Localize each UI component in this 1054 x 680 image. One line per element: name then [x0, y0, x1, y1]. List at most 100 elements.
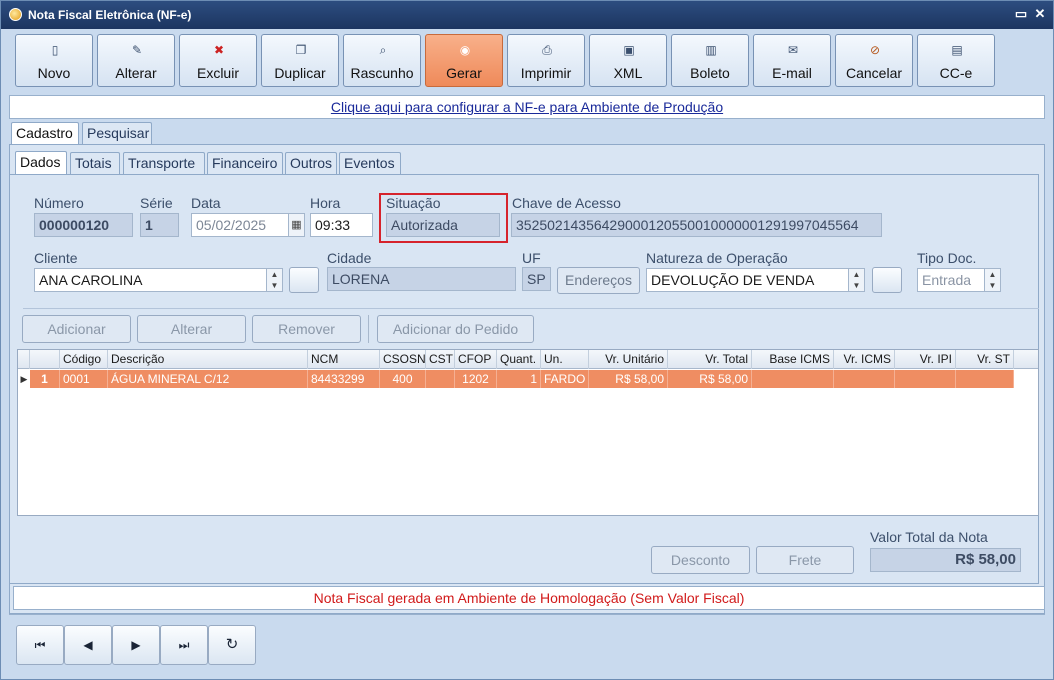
gerar-button[interactable]: ◉ Gerar — [425, 34, 503, 87]
column-header[interactable]: CST — [426, 350, 455, 369]
adicionar-do-pedido-button[interactable]: Adicionar do Pedido — [377, 315, 534, 343]
next-record-icon: ▶ — [131, 638, 141, 652]
excluir-button[interactable]: ✖ Excluir — [179, 34, 257, 87]
desconto-button[interactable]: Desconto — [651, 546, 750, 574]
valor-total-label: Valor Total da Nota — [870, 529, 988, 545]
cidade-label: Cidade — [327, 250, 372, 266]
data-label: Data — [191, 195, 221, 211]
hora-field[interactable]: 09:33 — [310, 213, 373, 237]
remover-item-button[interactable]: Remover — [252, 315, 361, 343]
cancelar-button[interactable]: ⊘ Cancelar — [835, 34, 913, 87]
adicionar-item-button[interactable]: Adicionar — [22, 315, 131, 343]
toolbar: ▯ Novo ✎ Alterar ✖ Excluir ❐ Duplicar ⌕ … — [9, 33, 1045, 89]
config-link-bar: Clique aqui para configurar a NF-e para … — [9, 95, 1045, 119]
column-header[interactable]: Vr. ST — [956, 350, 1014, 369]
serie-field: 1 — [140, 213, 179, 237]
alterar-item-button[interactable]: Alterar — [137, 315, 246, 343]
save-icon: ▣ — [623, 43, 635, 57]
dropdown-spin-icon[interactable]: ▲ ▼ — [848, 269, 864, 291]
cell-cfop: 1202 — [455, 370, 497, 388]
grid-header: Código Descrição NCM CSOSN CST CFOP Quan… — [18, 350, 1038, 369]
window-title: Nota Fiscal Eletrônica (NF-e) — [28, 8, 192, 22]
column-header[interactable]: Vr. IPI — [895, 350, 956, 369]
tipo-doc-select[interactable]: Entrada ▲ ▼ — [917, 268, 1001, 292]
cell-quant: 1 — [497, 370, 541, 388]
cce-button[interactable]: ▤ CC-e — [917, 34, 995, 87]
cidade-field: LORENA — [327, 267, 516, 291]
tab-cadastro[interactable]: Cadastro — [11, 122, 79, 145]
table-row[interactable]: 1 0001 ÁGUA MINERAL C/12 84433299 400 12… — [30, 370, 1014, 388]
previous-record-button[interactable]: ◀ — [64, 625, 112, 665]
column-header[interactable]: Quant. — [497, 350, 541, 369]
tab-eventos[interactable]: Eventos — [339, 152, 401, 174]
column-header[interactable]: Un. — [541, 350, 589, 369]
config-link[interactable]: Clique aqui para configurar a NF-e para … — [331, 99, 723, 115]
refresh-button[interactable]: ↻ — [208, 625, 256, 665]
maximize-icon[interactable]: ▭ — [1014, 7, 1028, 21]
column-header[interactable]: Vr. Total — [668, 350, 752, 369]
generate-icon: ◉ — [459, 43, 471, 57]
natureza-lookup-button[interactable] — [872, 267, 902, 293]
uf-field: SP — [522, 267, 551, 291]
cell-vr-icms — [834, 370, 895, 388]
tipo-doc-value: Entrada — [922, 272, 972, 288]
dropdown-spin-icon[interactable]: ▲ ▼ — [266, 269, 282, 291]
tab-outros[interactable]: Outros — [285, 152, 337, 174]
enderecos-button[interactable]: Endereços — [557, 267, 640, 294]
valor-total-field: R$ 58,00 — [870, 548, 1021, 572]
hora-label: Hora — [310, 195, 341, 211]
duplicar-button[interactable]: ❐ Duplicar — [261, 34, 339, 87]
cell-base-icms — [752, 370, 834, 388]
email-button[interactable]: ✉ E-mail — [753, 34, 831, 87]
column-header[interactable]: Descrição — [108, 350, 308, 369]
next-record-button[interactable]: ▶ — [112, 625, 160, 665]
xml-button[interactable]: ▣ XML — [589, 34, 667, 87]
tab-financeiro[interactable]: Financeiro — [207, 152, 283, 174]
cliente-label: Cliente — [34, 250, 78, 266]
alterar-button[interactable]: ✎ Alterar — [97, 34, 175, 87]
uf-label: UF — [522, 250, 541, 266]
cell-codigo: 0001 — [60, 370, 108, 388]
column-header[interactable]: CSOSN — [380, 350, 426, 369]
items-grid[interactable]: Código Descrição NCM CSOSN CST CFOP Quan… — [17, 349, 1039, 516]
cliente-lookup-button[interactable] — [289, 267, 319, 293]
row-indicator-icon: ▶ — [18, 370, 30, 388]
cell-cst — [426, 370, 455, 388]
tab-pesquisar[interactable]: Pesquisar — [82, 122, 152, 144]
cliente-value: ANA CAROLINA — [39, 272, 143, 288]
close-icon[interactable]: ✕ — [1033, 7, 1047, 21]
imprimir-button[interactable]: ⎙ Imprimir — [507, 34, 585, 87]
column-header[interactable]: Vr. ICMS — [834, 350, 895, 369]
data-field[interactable]: 05/02/2025 ▦ — [191, 213, 305, 237]
divider — [23, 308, 1039, 309]
numero-field: 000000120 — [34, 213, 133, 237]
nfe-window: Nota Fiscal Eletrônica (NF-e) ▭ ✕ ▯ Novo… — [0, 0, 1054, 680]
column-header[interactable]: NCM — [308, 350, 380, 369]
chave-field: 3525021435642900012055001000000129199704… — [511, 213, 882, 237]
tab-dados[interactable]: Dados — [15, 151, 67, 174]
dropdown-spin-icon[interactable]: ▲ ▼ — [984, 269, 1000, 291]
last-record-button[interactable]: ⏭ — [160, 625, 208, 665]
boleto-button[interactable]: ▥ Boleto — [671, 34, 749, 87]
first-record-button[interactable]: ⏮ — [16, 625, 64, 665]
tab-transporte[interactable]: Transporte — [123, 152, 205, 174]
correction-letter-icon: ▤ — [951, 43, 963, 57]
column-header[interactable]: Base ICMS — [752, 350, 834, 369]
column-header[interactable]: CFOP — [455, 350, 497, 369]
column-header[interactable]: Vr. Unitário — [589, 350, 668, 369]
novo-button[interactable]: ▯ Novo — [15, 34, 93, 87]
tab-totais[interactable]: Totais — [70, 152, 120, 174]
frete-button[interactable]: Frete — [756, 546, 854, 574]
data-value: 05/02/2025 — [196, 217, 267, 233]
envelope-icon: ✉ — [787, 43, 799, 57]
header-indicator — [18, 350, 30, 369]
status-message: Nota Fiscal gerada em Ambiente de Homolo… — [13, 586, 1045, 610]
printer-icon: ⎙ — [542, 43, 552, 57]
rascunho-button[interactable]: ⌕ Rascunho — [343, 34, 421, 87]
column-header[interactable]: Código — [60, 350, 108, 369]
calendar-icon[interactable]: ▦ — [288, 214, 304, 236]
previous-record-icon: ◀ — [83, 638, 93, 652]
natureza-select[interactable]: DEVOLUÇÃO DE VENDA ▲ ▼ — [646, 268, 865, 292]
cliente-select[interactable]: ANA CAROLINA ▲ ▼ — [34, 268, 283, 292]
title-bar: Nota Fiscal Eletrônica (NF-e) ▭ ✕ — [1, 1, 1053, 29]
